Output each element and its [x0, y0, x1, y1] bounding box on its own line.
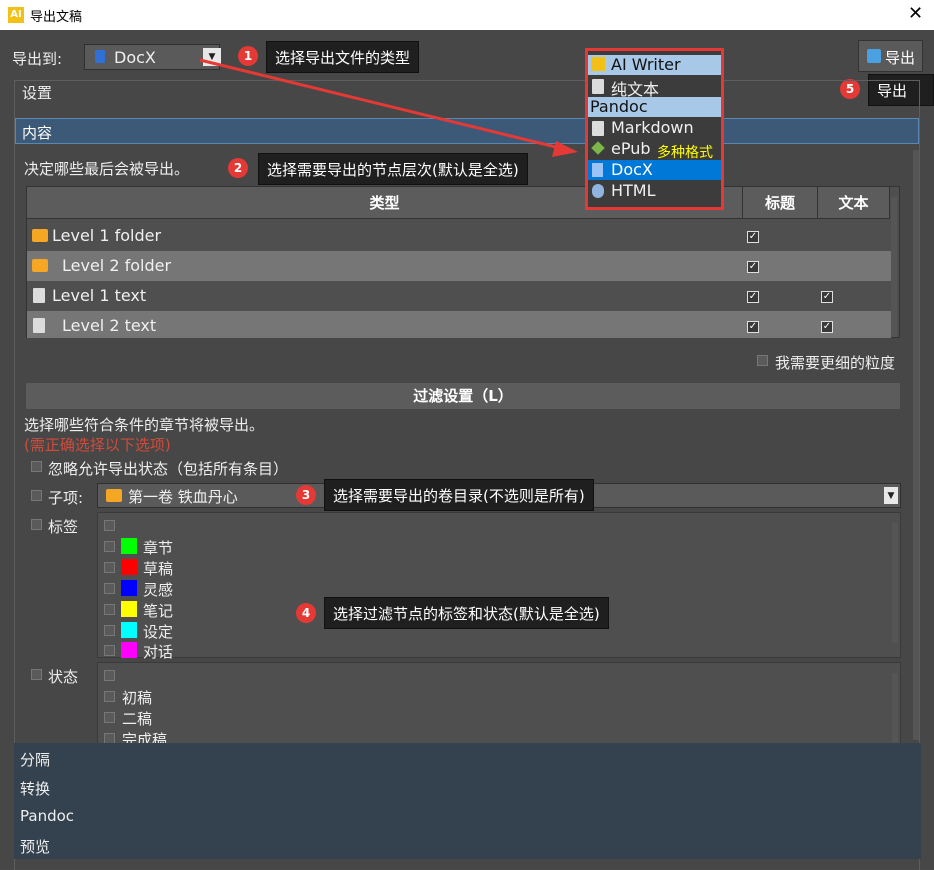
dropdown-item-docx[interactable]: DocX	[588, 160, 721, 180]
dropdown-item-label: ePub	[611, 139, 651, 158]
dropdown-item-markdown[interactable]: Markdown	[588, 118, 721, 138]
dropdown-group-pandoc: Pandoc	[588, 97, 721, 117]
dropdown-item-label: HTML	[611, 181, 656, 200]
epub-icon	[591, 141, 605, 155]
document-icon	[592, 79, 604, 94]
dropdown-item-plain-text[interactable]: 纯文本	[588, 76, 721, 99]
dropdown-item-epub[interactable]: ePub 多种格式	[588, 139, 721, 161]
dropdown-item-html[interactable]: HTML	[588, 181, 721, 201]
html-icon	[592, 184, 604, 198]
dropdown-item-label: Pandoc	[590, 97, 648, 116]
document-icon	[592, 121, 604, 136]
ai-writer-icon	[591, 57, 605, 71]
arrow-annotation	[199, 58, 578, 157]
dropdown-item-label: AI Writer	[611, 55, 681, 74]
dropdown-item-label: Markdown	[611, 118, 694, 137]
dropdown-item-label: DocX	[611, 160, 653, 179]
formats-annotation: 多种格式	[657, 145, 713, 161]
docx-icon	[592, 163, 603, 177]
format-dropdown: AI Writer 纯文本 Pandoc Markdown ePub 多种格式 …	[585, 48, 724, 210]
dropdown-item-ai-writer[interactable]: AI Writer	[588, 55, 721, 75]
